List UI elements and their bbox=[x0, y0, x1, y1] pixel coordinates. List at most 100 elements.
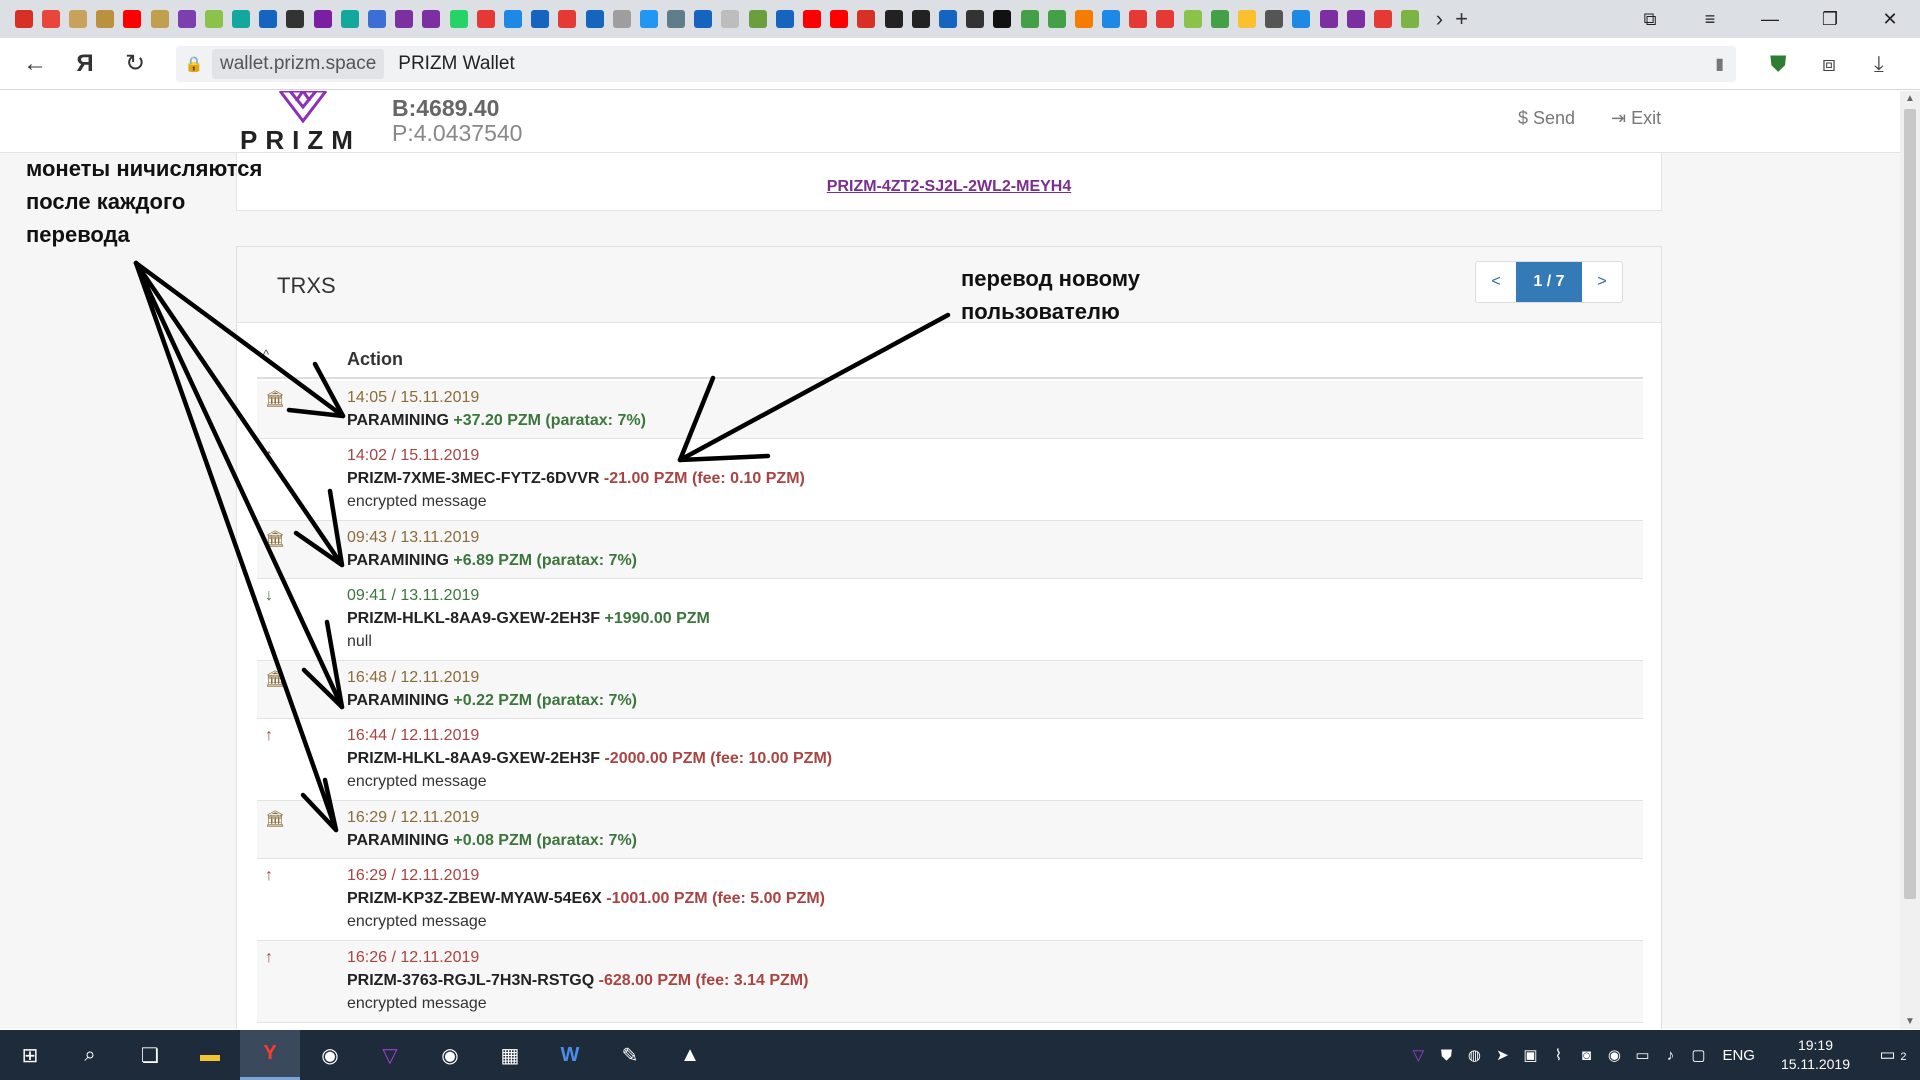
tab-favicon-icon[interactable] bbox=[1020, 10, 1039, 28]
page-scrollbar[interactable]: ▲ ▼ bbox=[1900, 91, 1920, 1029]
tab-favicon-icon[interactable] bbox=[259, 10, 278, 28]
tab-favicon-icon[interactable] bbox=[585, 10, 604, 28]
scrollbar-thumb[interactable] bbox=[1904, 109, 1916, 899]
scroll-down-icon[interactable]: ▼ bbox=[1900, 1016, 1920, 1027]
exit-button[interactable]: ⇥ Exit bbox=[1611, 108, 1661, 129]
tab-favicon-icon[interactable] bbox=[938, 10, 957, 28]
tab-favicon-icon[interactable] bbox=[993, 10, 1012, 28]
row-party[interactable]: PRIZM-3763-RGJL-7H3N-RSTGQ bbox=[347, 972, 594, 989]
bookmarks-panel-icon[interactable]: ⧉ bbox=[1620, 9, 1680, 30]
tab-favicon-icon[interactable] bbox=[1265, 10, 1284, 28]
tab-favicon-icon[interactable] bbox=[1183, 10, 1202, 28]
sort-caret-icon[interactable]: ^ bbox=[263, 347, 269, 362]
tab-favicon-icon[interactable] bbox=[14, 10, 33, 28]
prizm-app-icon[interactable]: ▽ bbox=[360, 1030, 420, 1080]
yandex-browser-icon[interactable]: Y bbox=[240, 1030, 300, 1080]
tab-favicon-icon[interactable] bbox=[1156, 10, 1175, 28]
collections-icon[interactable]: ⧈ bbox=[1822, 38, 1836, 90]
tab-favicon-icon[interactable] bbox=[313, 10, 332, 28]
tab-favicon-icon[interactable] bbox=[531, 10, 550, 28]
tab-favicon-icon[interactable] bbox=[1401, 10, 1420, 28]
downloads-icon[interactable]: ⤓ bbox=[1874, 38, 1884, 90]
tab-favicon-icon[interactable] bbox=[639, 10, 658, 28]
tab-favicon-icon[interactable] bbox=[857, 10, 876, 28]
tab-favicon-icon[interactable] bbox=[667, 10, 686, 28]
row-party[interactable]: PRIZM-HLKL-8AA9-GXEW-2EH3F bbox=[347, 610, 600, 627]
tab-favicon-icon[interactable] bbox=[422, 10, 441, 28]
new-tab-button[interactable]: + bbox=[1455, 6, 1468, 32]
steam-tray-icon[interactable]: ◉ bbox=[1600, 1046, 1628, 1064]
notifications-button[interactable]: ▭ 2 bbox=[1866, 1045, 1920, 1065]
browser-menu-icon[interactable]: ≡ bbox=[1680, 9, 1740, 30]
scroll-up-icon[interactable]: ▲ bbox=[1900, 93, 1920, 104]
clock[interactable]: 19:19 15.11.2019 bbox=[1781, 1036, 1850, 1074]
send-button[interactable]: $ Send bbox=[1518, 108, 1575, 129]
back-button[interactable]: ← bbox=[10, 50, 60, 78]
tab-favicon-icon[interactable] bbox=[721, 10, 740, 28]
reload-button[interactable]: ↻ bbox=[110, 49, 160, 78]
tab-favicon-icon[interactable] bbox=[123, 10, 142, 28]
tab-favicon-icon[interactable] bbox=[177, 10, 196, 28]
telegram-tray-icon[interactable]: ➤ bbox=[1488, 1046, 1516, 1064]
wifi-icon[interactable]: ⌇ bbox=[1544, 1046, 1572, 1064]
task-view-icon[interactable]: ❏ bbox=[120, 1030, 180, 1080]
next-page-button[interactable]: > bbox=[1582, 262, 1622, 302]
tab-favicon-icon[interactable] bbox=[368, 10, 387, 28]
minimize-button[interactable]: — bbox=[1740, 9, 1800, 30]
globe-tray-icon[interactable]: ◍ bbox=[1460, 1046, 1488, 1064]
tab-favicon-icon[interactable] bbox=[449, 10, 468, 28]
row-party[interactable]: PRIZM-HLKL-8AA9-GXEW-2EH3F bbox=[347, 750, 600, 767]
app-tray-icon[interactable]: ◙ bbox=[1572, 1047, 1600, 1064]
photos-icon[interactable]: ▲ bbox=[660, 1030, 720, 1080]
tab-favicon-icon[interactable] bbox=[1346, 10, 1365, 28]
account-address-link[interactable]: PRIZM-4ZT2-SJ2L-2WL2-MEYH4 bbox=[827, 178, 1071, 196]
tab-favicon-icon[interactable] bbox=[1373, 10, 1392, 28]
tab-favicon-icon[interactable] bbox=[1074, 10, 1093, 28]
steam-icon-2[interactable]: ◉ bbox=[420, 1030, 480, 1080]
tab-favicon-icon[interactable] bbox=[41, 10, 60, 28]
calculator-icon[interactable]: ▦ bbox=[480, 1030, 540, 1080]
display-tray-icon[interactable]: ▢ bbox=[1684, 1046, 1712, 1064]
paint-icon[interactable]: ✎ bbox=[600, 1030, 660, 1080]
shield-tray-icon[interactable]: ⛊ bbox=[1432, 1047, 1460, 1064]
tab-favicon-icon[interactable] bbox=[96, 10, 115, 28]
row-party[interactable]: PRIZM-7XME-3MEC-FYTZ-6DVVR bbox=[347, 470, 599, 487]
tabs-scroll-right-icon[interactable]: › bbox=[1436, 6, 1443, 32]
tab-favicon-icon[interactable] bbox=[1238, 10, 1257, 28]
tab-favicon-icon[interactable] bbox=[503, 10, 522, 28]
search-icon[interactable]: ⌕ bbox=[60, 1030, 120, 1080]
tab-favicon-icon[interactable] bbox=[830, 10, 849, 28]
language-indicator[interactable]: ENG bbox=[1722, 1047, 1755, 1064]
close-window-button[interactable]: ✕ bbox=[1860, 9, 1920, 30]
steam-icon[interactable]: ◉ bbox=[300, 1030, 360, 1080]
tab-favicon-icon[interactable] bbox=[558, 10, 577, 28]
tab-favicon-icon[interactable] bbox=[1102, 10, 1121, 28]
restore-button[interactable]: ❐ bbox=[1800, 9, 1860, 30]
tab-favicon-icon[interactable] bbox=[340, 10, 359, 28]
tab-favicon-icon[interactable] bbox=[884, 10, 903, 28]
start-windows-icon[interactable]: ⊞ bbox=[0, 1030, 60, 1080]
tab-favicon-icon[interactable] bbox=[204, 10, 223, 28]
tab-favicon-icon[interactable] bbox=[911, 10, 930, 28]
url-bar[interactable]: 🔒 wallet.prizm.space PRIZM Wallet ▮ bbox=[176, 46, 1736, 82]
tab-favicon-icon[interactable] bbox=[966, 10, 985, 28]
volume-icon[interactable]: ♪ bbox=[1656, 1047, 1684, 1064]
tab-favicon-icon[interactable] bbox=[1210, 10, 1229, 28]
battery-icon[interactable]: ▭ bbox=[1628, 1046, 1656, 1064]
word-icon[interactable]: W bbox=[540, 1030, 600, 1080]
tab-favicon-icon[interactable] bbox=[694, 10, 713, 28]
bookmark-icon[interactable]: ▮ bbox=[1715, 54, 1724, 74]
tab-favicon-icon[interactable] bbox=[775, 10, 794, 28]
tab-favicon-icon[interactable] bbox=[150, 10, 169, 28]
tab-favicon-icon[interactable] bbox=[612, 10, 631, 28]
file-explorer-icon[interactable]: ▬ bbox=[180, 1030, 240, 1080]
tab-favicon-icon[interactable] bbox=[1129, 10, 1148, 28]
tab-favicon-icon[interactable] bbox=[68, 10, 87, 28]
tab-favicon-icon[interactable] bbox=[1292, 10, 1311, 28]
row-party[interactable]: PRIZM-KP3Z-ZBEW-MYAW-54E6X bbox=[347, 890, 602, 907]
tab-favicon-icon[interactable] bbox=[286, 10, 305, 28]
tab-favicon-icon[interactable] bbox=[232, 10, 251, 28]
tab-favicon-icon[interactable] bbox=[395, 10, 414, 28]
yandex-home-button[interactable]: Я bbox=[60, 50, 110, 78]
tab-favicon-icon[interactable] bbox=[748, 10, 767, 28]
